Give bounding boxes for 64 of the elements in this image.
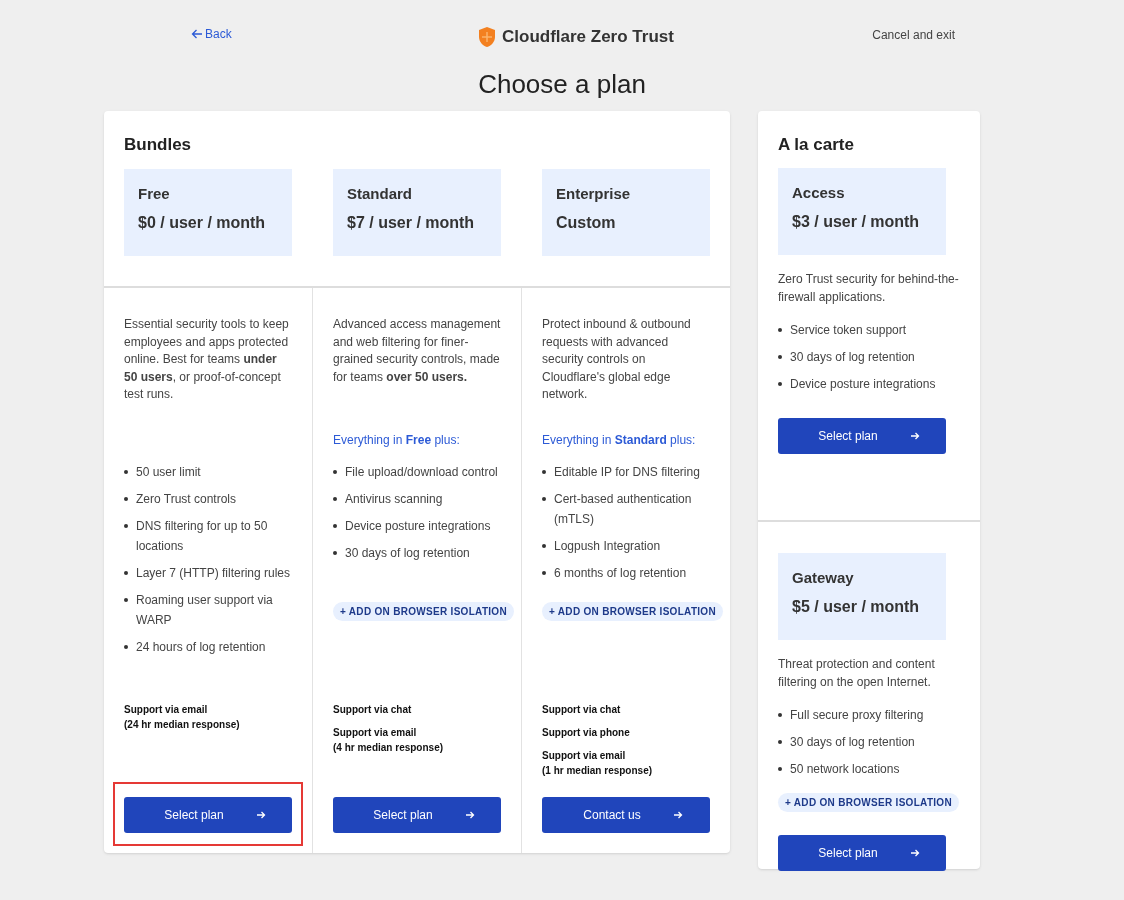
plan-description: Threat protection and content filtering on the open Internet. bbox=[778, 656, 936, 691]
feature-text: File upload/download control bbox=[345, 464, 498, 481]
feature-text: Antivirus scanning bbox=[345, 491, 443, 508]
arrow-right-icon bbox=[255, 810, 266, 820]
back-link[interactable]: Back bbox=[191, 25, 232, 43]
add-on-tag: + ADD ON BROWSER ISOLATION bbox=[542, 602, 723, 621]
plan-description: Essential security tools to keep employees and apps protected online. Best for teams under 50 users, or proof-of-concept test runs. bbox=[124, 316, 290, 403]
plan-name: Gateway bbox=[792, 568, 855, 588]
plan-name: Enterprise bbox=[556, 184, 632, 204]
select-plan-button[interactable]: Select plan bbox=[124, 797, 292, 833]
feature-text: Layer 7 (HTTP) filtering rules bbox=[136, 565, 291, 582]
feature-text: Editable IP for DNS filtering bbox=[554, 464, 700, 481]
plan-price: $7 / user / month bbox=[347, 213, 476, 233]
feature-text: Service token support bbox=[790, 322, 907, 339]
support-text: Support via email (4 hr median response) bbox=[333, 726, 445, 755]
support-text: Support via chat bbox=[542, 703, 622, 717]
feature-text: 24 hours of log retention bbox=[136, 639, 266, 656]
feature-text: Zero Trust controls bbox=[136, 491, 237, 508]
feature-text: 30 days of log retention bbox=[345, 545, 470, 562]
cancel-link[interactable]: Cancel and exit bbox=[872, 26, 955, 44]
plan-price: Custom bbox=[556, 213, 617, 233]
arrow-right-icon bbox=[909, 431, 920, 441]
support-text: Support via email (24 hr median response) bbox=[124, 703, 241, 732]
support-text: Support via email (1 hr median response) bbox=[542, 749, 654, 778]
plan-description: Advanced access management and web filtering for finer-grained security controls, made for teams over 50 users. bbox=[333, 316, 501, 386]
page-title: Choose a plan bbox=[477, 68, 647, 101]
plan-name: Free bbox=[138, 184, 171, 204]
feature-text: 50 user limit bbox=[136, 464, 201, 481]
feature-text: Roaming user support via WARP bbox=[136, 592, 274, 629]
feature-text: Full secure proxy filtering bbox=[790, 707, 924, 724]
feature-text: 50 network locations bbox=[790, 761, 900, 778]
arrow-right-icon bbox=[672, 810, 683, 820]
plan-name: Access bbox=[792, 183, 846, 203]
plan-description: Zero Trust security for behind-the-firewall applications. bbox=[778, 271, 960, 306]
support-text: Support via phone bbox=[542, 726, 631, 740]
plan-description: Protect inbound & outbound requests with advanced security controls on Cloudflare's global edge network. bbox=[542, 316, 692, 403]
select-plan-button[interactable]: Select plan bbox=[778, 418, 946, 454]
add-on-tag: + ADD ON BROWSER ISOLATION bbox=[778, 793, 959, 812]
section-title: Bundles bbox=[124, 134, 193, 156]
feature-text: DNS filtering for up to 50 locations bbox=[136, 518, 269, 555]
feature-text: 6 months of log retention bbox=[554, 565, 687, 582]
plan-name: Standard bbox=[347, 184, 413, 204]
includes-heading: Everything in Standard plus: bbox=[542, 432, 697, 449]
feature-text: Cert-based authentication (mTLS) bbox=[554, 491, 693, 528]
select-plan-button[interactable]: Contact us bbox=[542, 797, 710, 833]
feature-text: 30 days of log retention bbox=[790, 734, 915, 751]
feature-text: Logpush Integration bbox=[554, 538, 661, 555]
section-title: A la carte bbox=[777, 134, 855, 156]
brand-name: Cloudflare Zero Trust bbox=[502, 26, 674, 48]
support-text: Support via chat bbox=[333, 703, 413, 717]
arrow-right-icon bbox=[464, 810, 475, 820]
plan-price: $5 / user / month bbox=[792, 597, 921, 617]
select-plan-button[interactable]: Select plan bbox=[778, 835, 946, 871]
plan-price: $0 / user / month bbox=[138, 213, 267, 233]
arrow-left-icon bbox=[191, 28, 203, 40]
feature-text: 30 days of log retention bbox=[790, 349, 915, 366]
plan-price: $3 / user / month bbox=[792, 212, 921, 232]
add-on-tag: + ADD ON BROWSER ISOLATION bbox=[333, 602, 514, 621]
arrow-right-icon bbox=[909, 848, 920, 858]
select-plan-button[interactable]: Select plan bbox=[333, 797, 501, 833]
includes-heading: Everything in Free plus: bbox=[333, 432, 461, 449]
feature-text: Device posture integrations bbox=[790, 376, 936, 393]
feature-text: Device posture integrations bbox=[345, 518, 491, 535]
shield-logo-icon bbox=[478, 25, 496, 48]
